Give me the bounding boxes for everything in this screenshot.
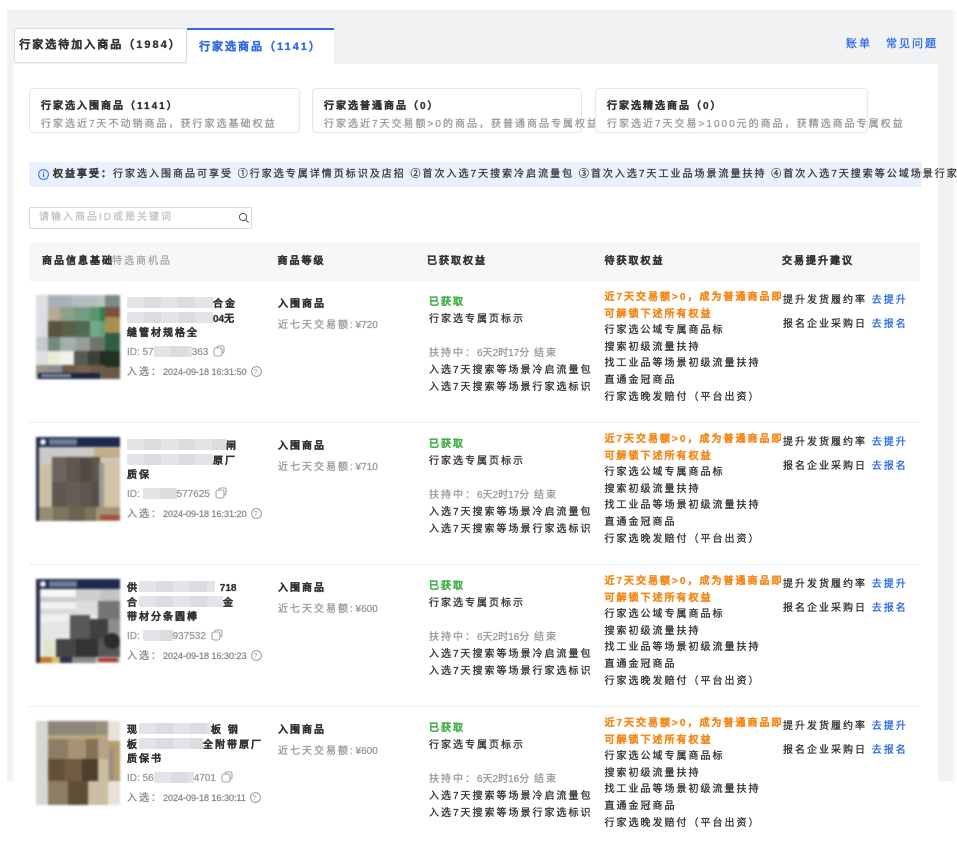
svg-text:?: ? — [253, 367, 259, 376]
svg-text:?: ? — [252, 793, 258, 802]
svg-text:?: ? — [253, 509, 259, 518]
svg-text:?: ? — [253, 651, 259, 660]
